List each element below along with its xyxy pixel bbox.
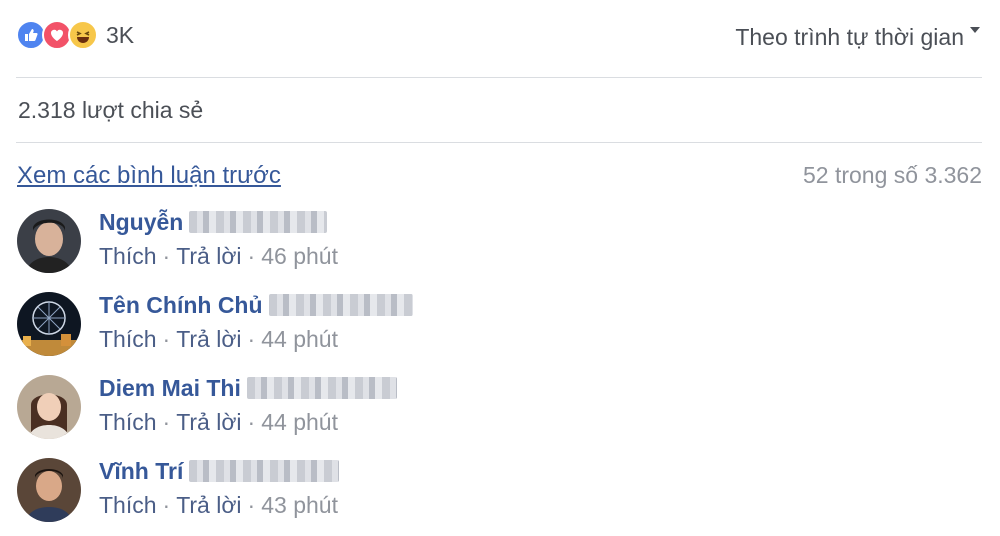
commenter-name[interactable]: Nguyễn	[99, 209, 183, 236]
comment-item: Nguyễn Thích · Trả lời · 46 phút	[17, 207, 977, 277]
sort-label: Theo trình tự thời gian	[735, 24, 964, 50]
avatar[interactable]	[17, 375, 81, 439]
like-button[interactable]: Thích	[99, 326, 157, 353]
commenter-name[interactable]: Vĩnh Trí	[99, 458, 183, 485]
comment-time[interactable]: 44 phút	[261, 326, 338, 353]
haha-reaction-icon	[68, 20, 98, 50]
divider	[16, 142, 982, 143]
reply-button[interactable]: Trả lời	[176, 492, 241, 519]
like-button[interactable]: Thích	[99, 243, 157, 270]
reaction-count[interactable]: 3K	[106, 22, 134, 49]
divider	[16, 77, 982, 78]
share-count[interactable]: 2.318 lượt chia sẻ	[18, 97, 203, 124]
view-previous-comments-link[interactable]: Xem các bình luận trước	[17, 162, 281, 190]
avatar[interactable]	[17, 458, 81, 522]
caret-down-icon	[970, 26, 980, 33]
reactions-summary[interactable]: 3K	[16, 18, 134, 52]
comment-item: Diem Mai Thi Thích · Trả lời · 44 phút	[17, 373, 977, 443]
commenter-name[interactable]: Tên Chính Chủ	[99, 292, 263, 319]
blurred-name	[189, 211, 328, 233]
blurred-name	[246, 377, 397, 399]
commenter-name[interactable]: Diem Mai Thi	[99, 375, 241, 402]
reply-button[interactable]: Trả lời	[176, 326, 241, 353]
sort-dropdown[interactable]: Theo trình tự thời gian	[735, 24, 980, 51]
blurred-name	[268, 294, 413, 316]
like-button[interactable]: Thích	[99, 409, 157, 436]
reply-button[interactable]: Trả lời	[176, 243, 241, 270]
blurred-name	[189, 460, 340, 482]
avatar[interactable]	[17, 292, 81, 356]
avatar[interactable]	[17, 209, 81, 273]
like-button[interactable]: Thích	[99, 492, 157, 519]
reply-button[interactable]: Trả lời	[176, 409, 241, 436]
comment-time[interactable]: 44 phút	[261, 409, 338, 436]
comment-count: 52 trong số 3.362	[802, 162, 982, 188]
comment-time[interactable]: 43 phút	[261, 492, 338, 519]
comment-time[interactable]: 46 phút	[261, 243, 338, 270]
comment-item: Vĩnh Trí Thích · Trả lời · 43 phút	[17, 456, 977, 526]
comment-item: Tên Chính Chủ Thích · Trả lời · 44 phút	[17, 290, 977, 360]
